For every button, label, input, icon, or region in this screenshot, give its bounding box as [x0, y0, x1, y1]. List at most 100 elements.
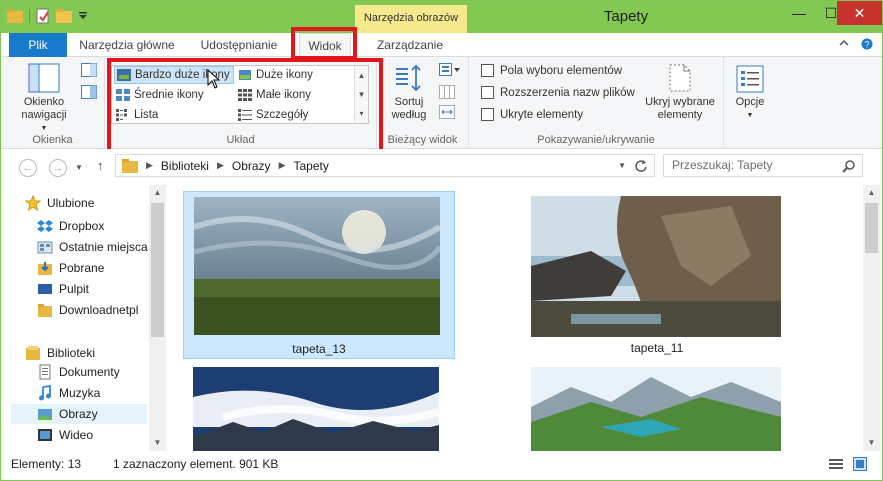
details-pane-icon[interactable] — [81, 85, 97, 99]
nav-favorites[interactable]: Ulubione — [25, 193, 161, 213]
layout-option-label: Średnie ikony — [134, 89, 204, 101]
layout-option-label: Szczegóły — [256, 109, 309, 121]
checkbox[interactable] — [481, 86, 494, 99]
scroll-up-icon[interactable]: ▲ — [863, 185, 880, 201]
nav-item-label: Pobrane — [59, 261, 105, 275]
refresh-icon[interactable] — [634, 159, 648, 173]
search-icon[interactable] — [842, 159, 856, 173]
hide-selected-button[interactable]: Ukryj wybrane elementy — [641, 63, 719, 122]
details-view-toggle-icon[interactable] — [829, 458, 843, 470]
address-dropdown-icon[interactable]: ▼ — [618, 161, 626, 170]
small-icons-icon — [238, 89, 252, 101]
nav-item-label: Muzyka — [59, 386, 101, 400]
file-view-scrollbar[interactable]: ▲ ▼ — [863, 185, 880, 451]
options-icon — [736, 65, 764, 93]
breadcrumb-libraries[interactable]: Biblioteki — [161, 159, 209, 173]
layout-option-label: Duże ikony — [256, 69, 313, 81]
recent-locations-icon[interactable]: ▼ — [75, 163, 83, 172]
add-columns-icon[interactable] — [439, 85, 455, 99]
large-icons-toggle-icon[interactable] — [853, 457, 867, 471]
nav-item-label: Pulpit — [59, 282, 90, 296]
scroll-down-icon[interactable]: ▼ — [863, 435, 880, 451]
checkbox-label: Ukryte elementy — [500, 108, 584, 121]
tab-file[interactable]: Plik — [9, 33, 67, 57]
properties-icon[interactable] — [36, 8, 50, 24]
layout-small-icons[interactable]: Małe ikony — [236, 86, 354, 104]
hide-selected-label-1: Ukryj wybrane — [645, 96, 715, 108]
file-tile[interactable]: tapeta_13 — [183, 191, 455, 359]
nav-pane-label-1: Okienko — [23, 96, 65, 108]
gallery-more-icon[interactable]: ▾ — [355, 104, 368, 123]
preview-pane-icon[interactable] — [81, 63, 97, 77]
image-thumbnail — [194, 197, 440, 335]
navigation-pane-button[interactable]: Okienko nawigacji ▼ — [13, 63, 75, 135]
item-checkboxes-toggle[interactable]: Pola wyboru elementów — [481, 64, 622, 77]
scroll-up-icon[interactable]: ▲ — [149, 185, 166, 201]
nav-item-label: Ulubione — [47, 196, 95, 210]
mouse-cursor-icon — [207, 69, 221, 89]
group-by-icon[interactable] — [439, 63, 461, 77]
breadcrumb-pictures[interactable]: Obrazy — [232, 159, 271, 173]
show-hide-group: Pola wyboru elementów Rozszerzenia nazw … — [469, 57, 724, 149]
forward-button[interactable]: → — [49, 159, 67, 177]
svg-text:?: ? — [864, 40, 869, 50]
search-placeholder: Przeszukaj: Tapety — [672, 158, 773, 172]
file-tile[interactable] — [183, 363, 455, 451]
file-tile[interactable]: tapeta_11 — [521, 191, 793, 359]
close-button[interactable]: ✕ — [837, 1, 882, 25]
qat-customize-icon[interactable] — [78, 11, 88, 21]
checkbox[interactable] — [481, 64, 494, 77]
up-button[interactable]: ↑ — [97, 158, 104, 173]
layout-details[interactable]: Szczegóły — [236, 106, 354, 124]
address-bar[interactable]: ▶ Biblioteki ▶ Obrazy ▶ Tapety ▼ — [115, 154, 655, 177]
gallery-down-icon[interactable]: ▼ — [355, 85, 368, 104]
layout-list[interactable]: Lista — [114, 106, 234, 124]
image-thumbnail — [193, 367, 439, 451]
gallery-scroll[interactable]: ▲ ▼ ▾ — [354, 66, 368, 123]
nav-pictures[interactable]: Obrazy — [11, 404, 147, 424]
search-input[interactable]: Przeszukaj: Tapety — [663, 154, 863, 177]
hidden-items-toggle[interactable]: Ukryte elementy — [481, 108, 583, 121]
dropbox-icon — [37, 220, 53, 232]
layout-group-label: Układ — [226, 134, 255, 146]
nav-libraries[interactable]: Biblioteki — [25, 343, 161, 363]
options-button[interactable]: Opcje ▼ — [729, 65, 771, 122]
breadcrumb-wallpapers[interactable]: Tapety — [293, 159, 328, 173]
current-view-group: Sortuj według Bieżący widok — [377, 57, 469, 149]
checkbox[interactable] — [481, 108, 494, 121]
large-icons-icon — [239, 70, 251, 80]
chevron-right-icon[interactable]: ▶ — [146, 160, 153, 171]
nav-pane-scrollbar[interactable]: ▲ ▼ — [149, 185, 166, 451]
qat-separator — [29, 9, 30, 23]
scroll-thumb[interactable] — [151, 203, 164, 337]
hide-selected-icon — [669, 64, 691, 92]
help-icon[interactable]: ? — [861, 38, 873, 50]
folder-icon — [122, 158, 138, 173]
star-icon — [25, 195, 41, 211]
nav-item-label: Dokumenty — [59, 365, 120, 379]
tab-home[interactable]: Narzędzia główne — [67, 33, 187, 57]
medium-icons-icon — [116, 89, 130, 101]
tab-view[interactable]: Widok — [299, 33, 351, 58]
scroll-down-icon[interactable]: ▼ — [149, 435, 166, 451]
back-button[interactable]: ← — [19, 159, 37, 177]
music-icon — [39, 385, 51, 401]
ribbon: Okienko nawigacji ▼ Okienka Układ Bardzo… — [1, 57, 882, 149]
minimize-button[interactable]: — — [784, 1, 814, 25]
scroll-thumb[interactable] — [865, 203, 878, 253]
new-folder-icon[interactable] — [56, 9, 72, 23]
layout-large-icons[interactable]: Duże ikony — [236, 66, 354, 84]
tab-share[interactable]: Udostępnianie — [189, 33, 289, 57]
file-tile[interactable] — [521, 363, 793, 451]
layout-option-label: Małe ikony — [256, 89, 311, 101]
minimize-ribbon-icon[interactable] — [839, 38, 849, 48]
chevron-right-icon[interactable]: ▶ — [217, 160, 224, 171]
file-extensions-toggle[interactable]: Rozszerzenia nazw plików — [481, 86, 635, 99]
size-columns-icon[interactable] — [439, 105, 455, 119]
gallery-up-icon[interactable]: ▲ — [355, 66, 368, 85]
checkbox-label: Pola wyboru elementów — [500, 64, 623, 77]
tab-manage[interactable]: Zarządzanie — [365, 33, 455, 57]
chevron-right-icon[interactable]: ▶ — [279, 160, 286, 171]
sort-by-button[interactable]: Sortuj według — [385, 63, 433, 122]
layout-gallery: Bardzo duże ikony Duże ikony Średnie iko… — [111, 65, 369, 124]
